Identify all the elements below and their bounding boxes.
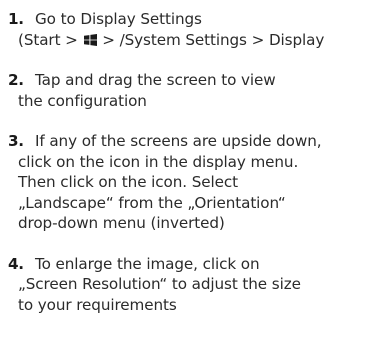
path-start: (Start >: [18, 30, 83, 49]
step-text: Tap and drag the screen to view: [35, 71, 276, 89]
instruction-steps: 1. Go to Display Settings (Start > > /Sy…: [8, 9, 388, 335]
step-text: the configuration: [18, 91, 147, 110]
step-4: 4. To enlarge the image, click on „Scree…: [8, 254, 388, 316]
windows-logo-icon: [83, 33, 97, 46]
step-text: drop-down menu (inverted): [18, 214, 225, 232]
step-text: Then click on the icon. Select: [18, 173, 238, 191]
step-number: 4.: [8, 254, 24, 273]
step-number: 3.: [8, 132, 24, 150]
step-number: 2.: [8, 71, 24, 89]
step-text: to your requirements: [18, 295, 177, 314]
step-text: If any of the screens are upside down,: [35, 132, 322, 150]
step-3: 3. If any of the screens are upside down…: [8, 131, 388, 234]
settings-path: (Start > > /System Settings > Display: [18, 30, 388, 51]
step-text: „Screen Resolution“ to adjust the size: [18, 275, 301, 293]
step-2: 2. Tap and drag the screen to view the c…: [8, 70, 388, 111]
step-number: 1.: [8, 10, 24, 28]
step-text: click on the icon in the display menu.: [18, 152, 299, 171]
step-text: Go to Display Settings: [35, 10, 202, 28]
step-1: 1. Go to Display Settings (Start > > /Sy…: [8, 9, 388, 50]
step-text: To enlarge the image, click on: [35, 254, 260, 273]
path-rest: > /System Settings > Display: [97, 30, 325, 49]
step-text: „Landscape“ from the „Orientation“: [18, 193, 286, 212]
